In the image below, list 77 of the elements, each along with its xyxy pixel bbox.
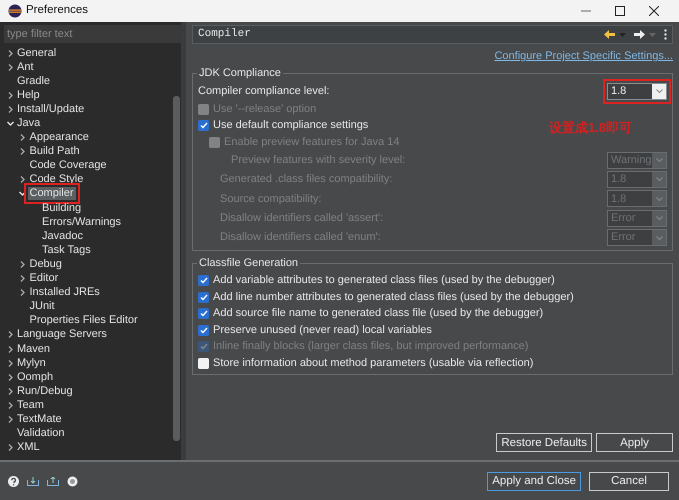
action-button[interactable]: Apply xyxy=(596,433,673,452)
checkbox-label: Enable preview features for Java 14 xyxy=(224,134,400,150)
tree-item[interactable]: Editor xyxy=(28,272,60,286)
caret-icon xyxy=(656,177,662,182)
checkbox-label: Store information about method parameters (usable via reflection) xyxy=(213,356,534,371)
tree-item[interactable]: Oomph xyxy=(15,370,56,384)
tree-item[interactable]: Validation xyxy=(15,427,66,440)
field-label: Generated .class files compatibility: xyxy=(220,172,392,188)
tree-item[interactable]: Maven xyxy=(15,342,52,356)
annotation-text: 设置成1.8即可 xyxy=(548,118,632,136)
action-button[interactable]: Restore Defaults xyxy=(496,433,592,452)
tree-item[interactable]: Language Servers xyxy=(15,328,109,342)
tree-item[interactable]: Installed JREs xyxy=(28,286,102,300)
scrollbar[interactable] xyxy=(173,96,180,441)
tree-item[interactable]: General xyxy=(15,46,58,60)
tree-item[interactable]: Code Coverage xyxy=(28,159,109,172)
checkbox-label: Add source file name to generated class file (used by the debugger) xyxy=(213,306,544,322)
record-icon[interactable] xyxy=(67,476,78,486)
tree-item[interactable]: Appearance xyxy=(28,131,91,144)
caret-icon xyxy=(656,216,662,220)
caret-icon xyxy=(656,196,662,201)
field-label: Source compatibility: xyxy=(220,192,322,207)
tree-item[interactable]: Run/Debug xyxy=(15,384,75,398)
caret-icon xyxy=(656,158,662,162)
field-label: Preview features with severity level: xyxy=(231,152,406,168)
field-label: Disallow identifiers called 'enum': xyxy=(220,230,381,246)
checkbox[interactable] xyxy=(198,120,209,132)
field-label: Compiler compliance level: xyxy=(198,84,330,99)
checkbox[interactable] xyxy=(198,275,209,286)
tree-item[interactable]: Install/Update xyxy=(15,102,86,116)
import-icon[interactable] xyxy=(27,476,39,486)
page-title: Compiler xyxy=(198,27,251,42)
checkbox-label: Inline finally blocks (larger class files, but improved performance) xyxy=(213,339,528,354)
export-icon[interactable] xyxy=(47,476,59,486)
tree-item[interactable]: Gradle xyxy=(15,74,52,88)
field-label: Disallow identifiers called 'assert': xyxy=(220,211,384,226)
window-title: Preferences xyxy=(26,3,88,18)
tree-item[interactable]: Properties Files Editor xyxy=(28,314,140,328)
dialog-button[interactable]: Apply and Close xyxy=(487,472,581,490)
tree-item[interactable]: Building xyxy=(40,202,84,215)
tree-item[interactable]: Java xyxy=(15,117,42,130)
tree-item[interactable]: Debug xyxy=(28,258,64,271)
tree-item[interactable]: Team xyxy=(15,398,46,412)
tree-item[interactable]: Ant xyxy=(15,60,36,74)
tree-item[interactable]: Mylyn xyxy=(15,356,48,370)
tree-item[interactable]: Code Style xyxy=(28,173,86,186)
tree-item[interactable]: Help xyxy=(15,88,42,102)
tree-item[interactable]: Javadoc xyxy=(40,230,85,243)
group-title: JDK Compliance xyxy=(197,66,283,80)
help-icon[interactable] xyxy=(8,476,19,486)
project-settings-link[interactable]: Configure Project Specific Settings... xyxy=(494,48,673,64)
tree-item[interactable]: Compiler xyxy=(28,187,76,200)
back-arrow-icon[interactable] xyxy=(604,30,615,39)
forward-arrow-icon[interactable] xyxy=(634,30,645,39)
checkbox[interactable] xyxy=(198,358,209,369)
checkbox-label: Preserve unused (never read) local variables xyxy=(213,322,432,338)
close-icon xyxy=(649,6,659,16)
checkbox-label: Use default compliance settings xyxy=(213,118,368,134)
checkbox-label: Add variable attributes to generated class files (used by the debugger) xyxy=(213,273,555,288)
tree-item[interactable]: XML xyxy=(15,441,42,454)
checkbox-label: Add line number attributes to generated class files (used by the debugger) xyxy=(213,290,574,305)
checkbox[interactable] xyxy=(198,324,209,336)
tree-item[interactable]: JUnit xyxy=(28,300,57,314)
checkbox-label: Use '--release' option xyxy=(213,102,316,117)
checkbox[interactable] xyxy=(198,292,209,303)
menu-icon[interactable] xyxy=(664,29,667,40)
tree-item[interactable]: TextMate xyxy=(15,412,64,426)
maximize-icon xyxy=(615,6,625,16)
tree-item[interactable]: Task Tags xyxy=(40,244,93,257)
filter-field[interactable]: type filter text xyxy=(4,25,182,43)
caret-icon xyxy=(656,236,662,240)
dialog-button[interactable]: Cancel xyxy=(589,472,669,490)
tree-item[interactable]: Build Path xyxy=(28,145,82,158)
checkbox[interactable] xyxy=(198,308,209,320)
app-icon xyxy=(8,4,22,18)
tree-item[interactable]: Errors/Warnings xyxy=(40,216,124,229)
caret-icon xyxy=(656,89,662,94)
